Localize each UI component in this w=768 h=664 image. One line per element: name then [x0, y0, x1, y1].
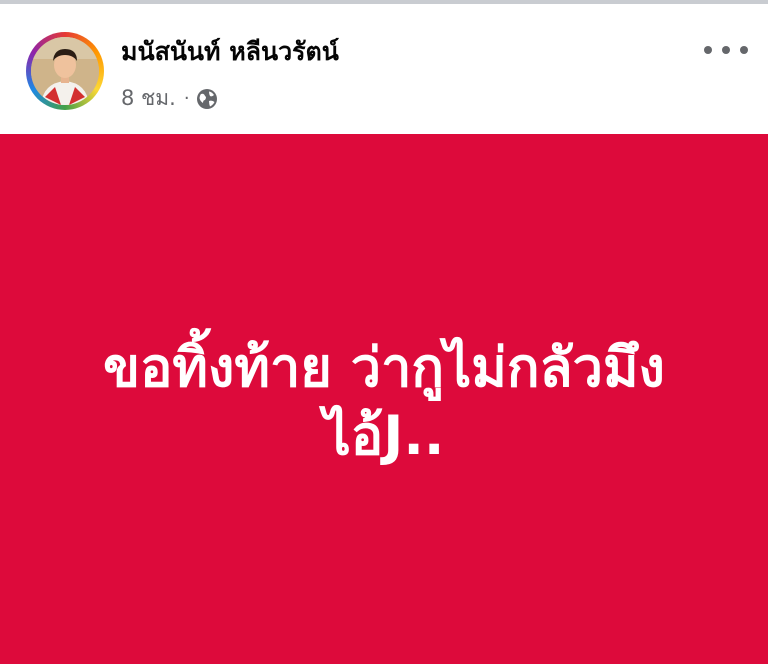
post-text-line-1: ขอทิ้งท้าย ว่ากูไม่กลัวมึง: [103, 336, 665, 399]
post-content-background: ขอทิ้งท้าย ว่ากูไม่กลัวมึง ไอ้J..: [0, 134, 768, 664]
post-meta: 8 ชม. ·: [121, 82, 218, 115]
post-header: มนัสนันท์ หลีนวรัตน์ 8 ชม. ·: [0, 4, 768, 134]
meta-separator: ·: [183, 88, 190, 109]
post-text: ขอทิ้งท้าย ว่ากูไม่กลัวมึง ไอ้J..: [0, 334, 768, 469]
facebook-post: มนัสนันท์ หลีนวรัตน์ 8 ชม. · ขอทิ้งท้าย …: [0, 0, 768, 664]
more-dot: [740, 46, 748, 54]
avatar-portrait: [31, 37, 99, 105]
post-text-line-2: ไอ้J..: [323, 403, 445, 467]
avatar-photo: [31, 37, 99, 105]
author-name[interactable]: มนัสนันท์ หลีนวรัตน์: [121, 32, 339, 72]
more-horizontal-icon: [704, 46, 712, 54]
more-options-button[interactable]: [704, 38, 748, 62]
post-timestamp[interactable]: 8 ชม.: [121, 82, 176, 115]
author-avatar[interactable]: [26, 32, 104, 110]
more-dot: [722, 46, 730, 54]
globe-icon[interactable]: [196, 88, 218, 110]
